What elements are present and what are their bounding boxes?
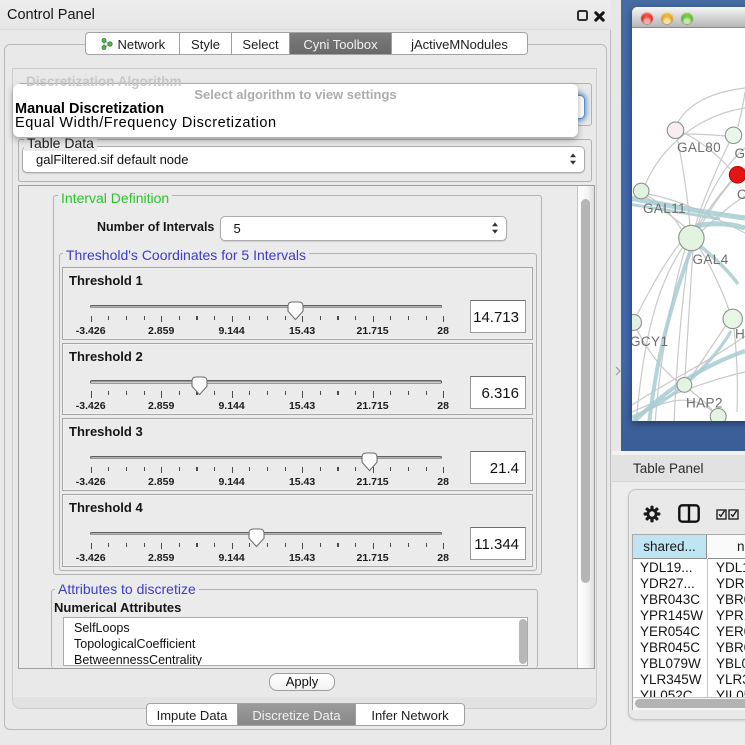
svg-text:HAP2: HAP2 bbox=[686, 396, 723, 411]
svg-text:GAL11: GAL11 bbox=[643, 201, 686, 216]
svg-text:GAL80: GAL80 bbox=[677, 140, 721, 155]
svg-text:C: C bbox=[737, 187, 745, 202]
svg-text:GA: GA bbox=[735, 146, 745, 161]
svg-text:GCY1: GCY1 bbox=[632, 334, 668, 349]
svg-text:H: H bbox=[735, 327, 745, 342]
svg-text:GAL4: GAL4 bbox=[693, 252, 729, 267]
